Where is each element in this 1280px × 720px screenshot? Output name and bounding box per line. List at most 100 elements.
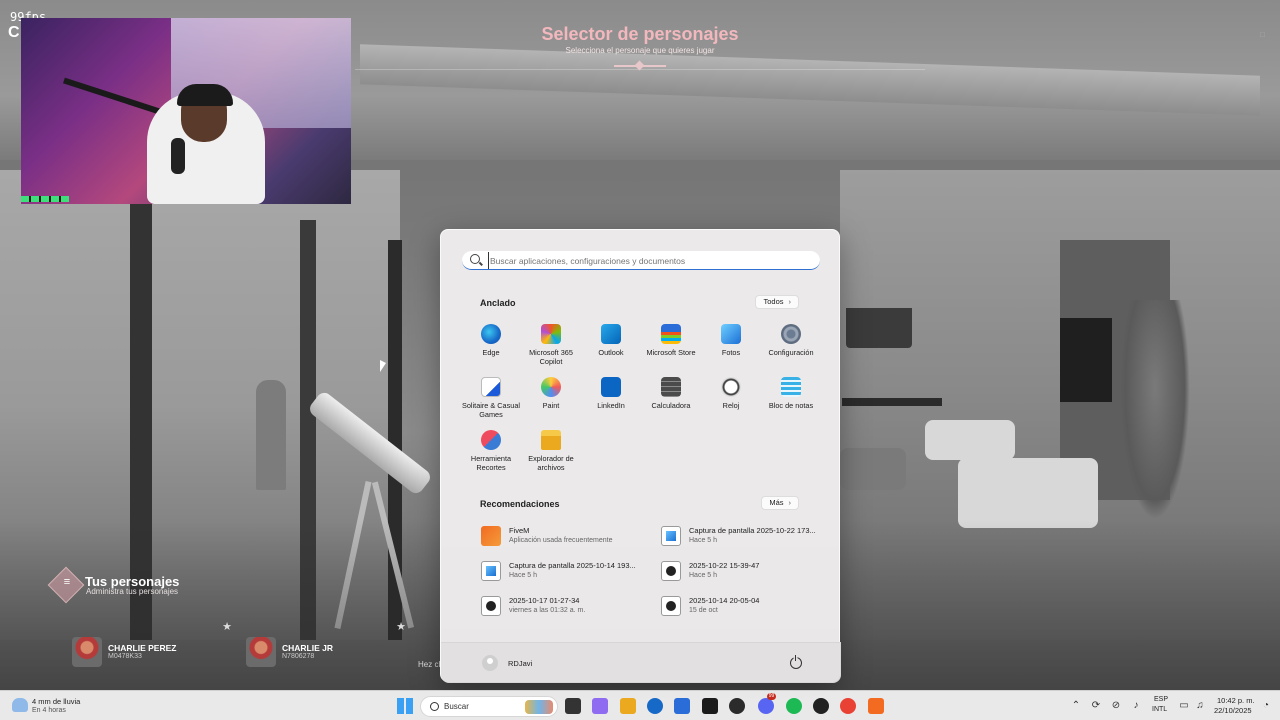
ottoman xyxy=(840,448,906,490)
app-label: Herramienta Recortes xyxy=(470,454,512,472)
microphone-icon[interactable]: ♪ xyxy=(1130,700,1142,712)
spotify-icon[interactable] xyxy=(786,698,802,714)
more-label: Más xyxy=(769,498,784,507)
favorite-star-icon[interactable]: ★ xyxy=(222,620,232,633)
linkedin-icon xyxy=(601,377,621,397)
character-card[interactable]: ★ CHARLIE PEREZ M0478K33 xyxy=(72,620,232,670)
recommended-item[interactable]: 2025-10-14 20-05-04 15 de oct xyxy=(661,594,831,620)
pinned-app-store[interactable]: Microsoft Store xyxy=(641,324,701,357)
volume-icon[interactable]: ♫ xyxy=(1194,700,1206,712)
hint-text: Hez cli xyxy=(418,660,443,669)
location-off-icon[interactable]: ⊘ xyxy=(1110,700,1122,712)
paint-icon xyxy=(541,377,561,397)
recommended-item[interactable]: 2025-10-17 01-27-34 viernes a las 01:32 … xyxy=(481,594,651,620)
clock-date[interactable]: 22/10/2025 xyxy=(1214,706,1252,715)
app-label: Microsoft Store xyxy=(646,348,696,357)
pinned-app-outlook[interactable]: Outlook xyxy=(581,324,641,357)
recommended-title-text: 2025-10-17 01-27-34 xyxy=(509,596,580,605)
chrome-icon[interactable] xyxy=(840,698,856,714)
sofa xyxy=(958,458,1098,528)
obs-icon[interactable] xyxy=(729,698,745,714)
keyboard-language[interactable]: ESP xyxy=(1154,696,1168,703)
pinned-app-snipping-tool[interactable]: Herramienta Recortes xyxy=(461,430,521,472)
pinned-app-linkedin[interactable]: LinkedIn xyxy=(581,377,641,410)
weather-forecast[interactable]: 4 mm de lluvia xyxy=(32,697,80,706)
recommended-item[interactable]: 2025-10-22 15-39-47 Hace 5 h xyxy=(661,559,831,585)
windows-start-icon[interactable] xyxy=(397,698,413,714)
recommended-subtitle: Hace 5 h xyxy=(689,537,718,544)
chevron-up-icon[interactable]: ⌃ xyxy=(1070,700,1082,712)
app-label: Configuración xyxy=(768,348,814,357)
pinned-app-photos[interactable]: Fotos xyxy=(701,324,761,357)
search-box[interactable] xyxy=(462,251,820,270)
pinned-app-clock[interactable]: Reloj xyxy=(701,377,761,410)
network-icon[interactable]: ▭ xyxy=(1178,700,1190,712)
app-label: Fotos xyxy=(721,348,741,357)
cards-icon xyxy=(481,377,501,397)
television xyxy=(1060,318,1112,402)
video-file-icon xyxy=(661,596,681,616)
recommended-title-text: 2025-10-14 20-05-04 xyxy=(689,596,760,605)
character-card[interactable]: ★ CHARLIE JR N7806278 xyxy=(246,620,406,670)
image-file-icon xyxy=(481,561,501,581)
recommended-title: Recomendaciones xyxy=(480,499,560,509)
power-icon[interactable] xyxy=(790,655,802,669)
search-highlight-icon xyxy=(525,700,553,714)
pinned-app-solitaire[interactable]: Solitaire & Casual Games xyxy=(461,377,521,419)
terminal-icon[interactable] xyxy=(702,698,718,714)
water-tower xyxy=(256,380,286,490)
pinned-app-paint[interactable]: Paint xyxy=(521,377,581,410)
all-apps-button[interactable]: Todos › xyxy=(755,295,799,309)
corner-mark: □ xyxy=(1260,30,1265,39)
favorite-star-icon[interactable]: ★ xyxy=(396,620,406,633)
weather-rain-icon[interactable] xyxy=(12,698,28,712)
pinned-app-edge[interactable]: Edge xyxy=(461,324,521,357)
app-dark-icon[interactable] xyxy=(813,698,829,714)
notifications-icon[interactable]: ◔ xyxy=(1260,700,1272,712)
app-label: Outlook xyxy=(598,348,624,357)
more-button[interactable]: Más › xyxy=(761,496,799,510)
character-name: CHARLIE JR xyxy=(282,643,334,653)
clock-icon xyxy=(721,377,741,397)
pinned-app-calculator[interactable]: Calculadora xyxy=(641,377,701,410)
pinned-app-copilot[interactable]: Microsoft 365 Copilot xyxy=(521,324,581,366)
snipping-tool-icon xyxy=(481,430,501,450)
search-icon xyxy=(470,254,480,264)
recommended-subtitle: Aplicación usada frecuentemente xyxy=(509,537,613,544)
character-name: CHARLIE PEREZ xyxy=(108,643,177,653)
recommended-title-text: FiveM xyxy=(509,526,530,535)
app-label: Microsoft 365 Copilot xyxy=(529,348,573,366)
task-view-icon[interactable] xyxy=(565,698,581,714)
microphone xyxy=(171,138,185,174)
pinned-app-notepad[interactable]: Bloc de notas xyxy=(761,377,821,410)
user-avatar-icon[interactable] xyxy=(482,655,498,671)
recommended-item[interactable]: FiveM Aplicación usada frecuentemente xyxy=(481,524,651,550)
weather-time[interactable]: En 4 horas xyxy=(32,707,66,714)
recommended-item[interactable]: Captura de pantalla 2025-10-22 173... Ha… xyxy=(661,524,831,550)
chevron-right-icon: › xyxy=(788,498,792,507)
search-input[interactable] xyxy=(488,252,808,269)
clock-time[interactable]: 10:42 p. m. xyxy=(1217,696,1255,705)
sync-icon[interactable]: ⟳ xyxy=(1090,700,1102,712)
chevron-right-icon: › xyxy=(788,297,792,306)
dining-table xyxy=(842,398,942,406)
fivem-icon xyxy=(481,526,501,546)
edge-icon[interactable] xyxy=(647,698,663,714)
recommended-title-text: Captura de pantalla 2025-10-22 173... xyxy=(689,526,816,535)
discord-icon[interactable] xyxy=(758,698,774,714)
file-explorer-icon[interactable] xyxy=(620,698,636,714)
user-name[interactable]: RDJavi xyxy=(508,659,532,668)
search-icon xyxy=(430,702,439,711)
characters-subtitle: Administra tus personajes xyxy=(86,587,179,596)
taskbar-search[interactable]: Buscar xyxy=(420,696,558,717)
keyboard-layout[interactable]: INTL xyxy=(1152,706,1167,713)
store-icon[interactable] xyxy=(674,698,690,714)
copilot-icon[interactable] xyxy=(592,698,608,714)
gear-icon xyxy=(781,324,801,344)
pinned-app-settings[interactable]: Configuración xyxy=(761,324,821,357)
character-avatar xyxy=(246,637,276,667)
recommended-item[interactable]: Captura de pantalla 2025-10-14 193... Ha… xyxy=(481,559,651,585)
image-file-icon xyxy=(661,526,681,546)
fivem-icon[interactable] xyxy=(868,698,884,714)
pinned-app-file-explorer[interactable]: Explorador de archivos xyxy=(521,430,581,472)
